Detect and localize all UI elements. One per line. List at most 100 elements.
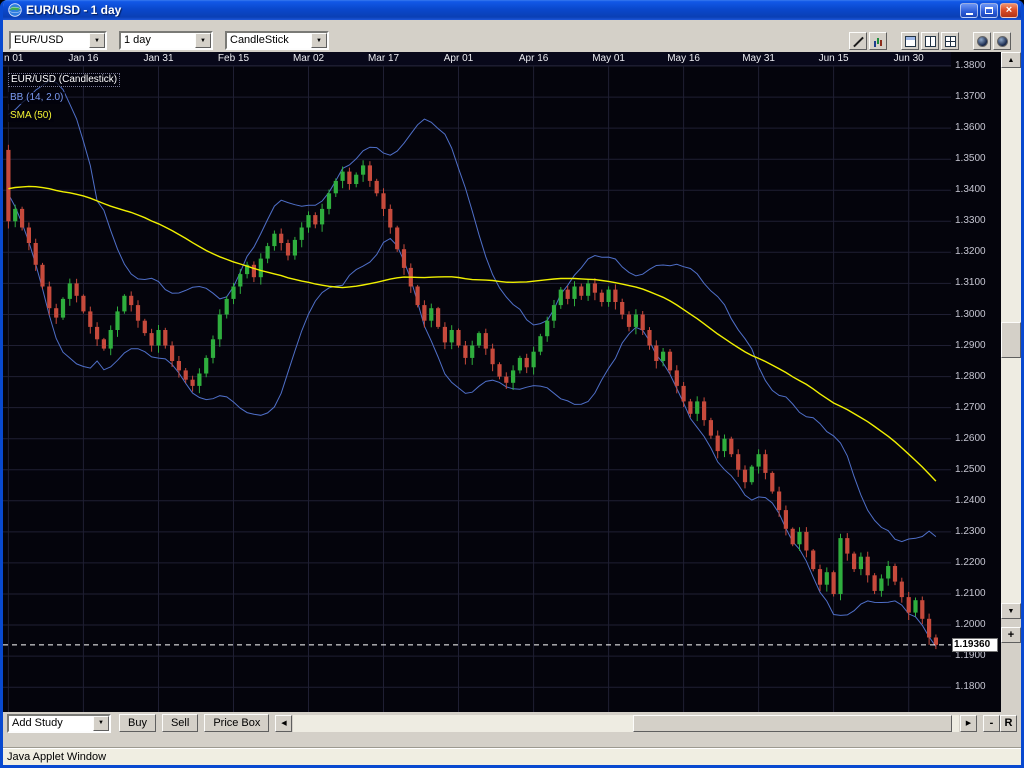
zoom-out-button[interactable]: -: [983, 715, 1000, 732]
indicator-light-1-button[interactable]: [973, 32, 991, 50]
vertical-scrollbar-thumb[interactable]: [1001, 322, 1021, 358]
app-window: EUR/USD - 1 day × EUR/USD ▼ 1 day ▼ Cand…: [0, 0, 1024, 768]
close-icon: ×: [1006, 5, 1012, 16]
up-arrow-icon: ▲: [1008, 57, 1015, 64]
price-tick-label: 1.3500: [955, 153, 986, 164]
trendline-tool-button[interactable]: [849, 32, 867, 50]
left-arrow-icon: ◀: [281, 719, 286, 727]
price-tick-label: 1.2600: [955, 433, 986, 444]
price-tick-label: 1.2700: [955, 402, 986, 413]
scroll-left-button[interactable]: ◀: [275, 715, 292, 732]
price-axis[interactable]: 1.3800 1.3700 1.3600 1.3500 1.3400 1.3300 1.32…: [951, 52, 1001, 712]
vertical-scrollbar[interactable]: ▲ ▼ +: [1001, 52, 1021, 712]
date-tick-label: Apr 16: [519, 53, 548, 64]
date-tick-label: May 16: [667, 53, 700, 64]
chart-area: n 01 Jan 16 Jan 31 Feb 15 Mar 02 Mar 17 Apr 01…: [3, 52, 1021, 712]
indicator-light-2-icon: [997, 36, 1008, 47]
price-tick-label: 1.2900: [955, 340, 986, 351]
add-study-select[interactable]: Add Study ▼: [7, 714, 111, 733]
status-bar-text: Java Applet Window: [7, 751, 106, 763]
period-select[interactable]: 1 day ▼: [119, 31, 213, 50]
chevron-down-icon[interactable]: ▼: [195, 33, 211, 48]
indicator-light-1-icon: [977, 36, 988, 47]
layout-grid-icon: [945, 36, 956, 47]
chart-studies-button[interactable]: [869, 32, 887, 50]
price-tick-label: 1.3800: [955, 60, 986, 71]
minimize-button[interactable]: [960, 3, 978, 18]
legend-symbol: EUR/USD (Candlestick): [8, 73, 120, 87]
date-tick-label: Jan 31: [143, 53, 173, 64]
indicator-light-2-button[interactable]: [993, 32, 1011, 50]
down-arrow-icon: ▼: [1008, 608, 1015, 615]
price-tick-label: 1.2300: [955, 526, 986, 537]
price-tick-label: 1.2500: [955, 464, 986, 475]
price-tick-label: 1.2000: [955, 619, 986, 630]
price-box-button[interactable]: Price Box: [204, 714, 269, 732]
main-toolbar: EUR/USD ▼ 1 day ▼ CandleStick ▼: [3, 20, 1021, 52]
trendline-tool-icon: [853, 36, 864, 47]
current-price-label: 1.19360: [952, 638, 998, 652]
date-axis[interactable]: n 01 Jan 16 Jan 31 Feb 15 Mar 02 Mar 17 Apr 01…: [3, 52, 951, 66]
sell-button[interactable]: Sell: [162, 714, 198, 732]
scroll-down-button[interactable]: ▼: [1001, 603, 1021, 619]
price-tick-label: 1.2800: [955, 371, 986, 382]
maximize-icon: [985, 7, 993, 14]
horizontal-scrollbar[interactable]: [293, 715, 959, 732]
date-tick-label: Jan 16: [68, 53, 98, 64]
price-tick-label: 1.2200: [955, 557, 986, 568]
date-tick-label: May 01: [592, 53, 625, 64]
chevron-down-icon[interactable]: ▼: [93, 716, 109, 731]
date-tick-label: Apr 01: [444, 53, 473, 64]
period-select-value: 1 day: [121, 33, 195, 48]
price-tick-label: 1.3300: [955, 215, 986, 226]
scroll-right-button[interactable]: ▶: [960, 715, 977, 732]
chart-plot-column: n 01 Jan 16 Jan 31 Feb 15 Mar 02 Mar 17 Apr 01…: [3, 52, 951, 712]
price-tick-label: 1.3100: [955, 277, 986, 288]
date-tick-label: n 01: [4, 53, 23, 64]
maximize-button[interactable]: [980, 3, 998, 18]
date-tick-label: Mar 02: [293, 53, 324, 64]
price-tick-label: 1.3600: [955, 122, 986, 133]
date-tick-label: Mar 17: [368, 53, 399, 64]
minimize-icon: [966, 13, 973, 15]
chart-type-select[interactable]: CandleStick ▼: [225, 31, 329, 50]
chart-legend: EUR/USD (Candlestick) BB (14, 2.0) SMA (…: [8, 69, 120, 123]
titlebar[interactable]: EUR/USD - 1 day ×: [3, 0, 1021, 20]
layout-single-button[interactable]: [901, 32, 919, 50]
chart-type-select-value: CandleStick: [227, 33, 311, 48]
layout-split-button[interactable]: [921, 32, 939, 50]
horizontal-scrollbar-thumb[interactable]: [633, 715, 952, 732]
date-tick-label: May 31: [742, 53, 775, 64]
chart-plot[interactable]: EUR/USD (Candlestick) BB (14, 2.0) SMA (…: [3, 66, 951, 712]
date-tick-label: Jun 30: [894, 53, 924, 64]
price-tick-label: 1.3200: [955, 246, 986, 257]
chevron-down-icon[interactable]: ▼: [311, 33, 327, 48]
add-study-select-value: Add Study: [9, 716, 93, 731]
date-tick-label: Jun 15: [819, 53, 849, 64]
zoom-in-button[interactable]: +: [1001, 627, 1021, 643]
chart-canvas[interactable]: [3, 66, 951, 712]
price-tick-label: 1.1800: [955, 681, 986, 692]
symbol-select[interactable]: EUR/USD ▼: [9, 31, 107, 50]
bottom-toolbar: Add Study ▼ Buy Sell Price Box ◀ ▶ - R: [3, 712, 1021, 734]
vertical-scrollbar-track[interactable]: [1001, 68, 1021, 603]
buy-button[interactable]: Buy: [119, 714, 156, 732]
scroll-up-button[interactable]: ▲: [1001, 52, 1021, 68]
bottom-filler: [3, 734, 1021, 748]
symbol-select-value: EUR/USD: [11, 33, 89, 48]
legend-sma: SMA (50): [8, 110, 54, 122]
price-tick-label: 1.3700: [955, 91, 986, 102]
chevron-down-icon[interactable]: ▼: [89, 33, 105, 48]
price-tick-label: 1.3400: [955, 184, 986, 195]
chart-studies-icon: [873, 36, 884, 47]
layout-split-icon: [925, 36, 936, 47]
close-button[interactable]: ×: [1000, 3, 1018, 18]
toolbar-icon-group: [847, 32, 1011, 50]
right-arrow-icon: ▶: [966, 719, 971, 727]
window-title: EUR/USD - 1 day: [26, 3, 960, 17]
reset-button[interactable]: R: [1000, 715, 1017, 732]
layout-grid-button[interactable]: [941, 32, 959, 50]
price-tick-label: 1.3000: [955, 309, 986, 320]
status-bar: Java Applet Window: [3, 748, 1021, 765]
date-tick-label: Feb 15: [218, 53, 249, 64]
